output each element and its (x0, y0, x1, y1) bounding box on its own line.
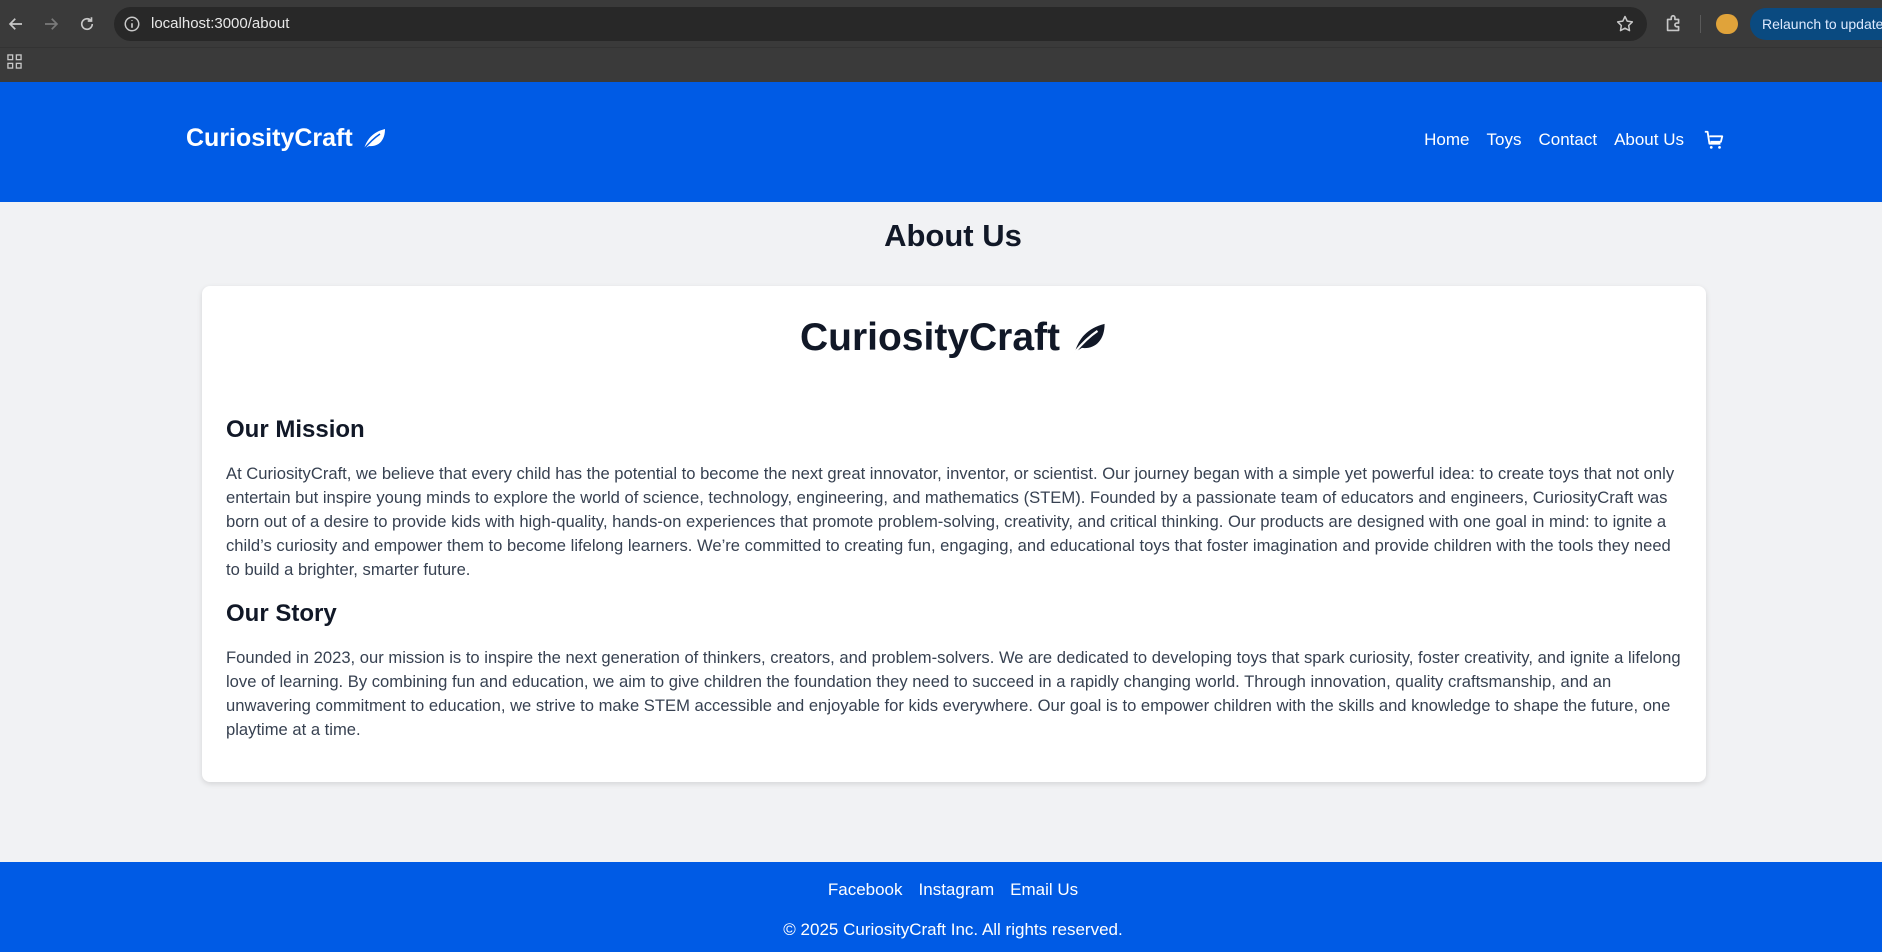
card-brand-name: CuriosityCraft (799, 316, 1061, 359)
site-footer: Facebook Instagram Email Us © 2025 Curio… (0, 862, 1882, 952)
card-brand: CuriosityCraft (202, 316, 1706, 360)
story-title: Our Story (226, 600, 337, 627)
footer-links: Facebook Instagram Email Us (0, 880, 1882, 900)
brand-name[interactable]: CuriosityCraft (186, 124, 353, 153)
main-nav: Home Toys Contact About Us (1407, 129, 1725, 151)
brand-logo[interactable]: CuriosityCraft (186, 124, 387, 153)
leaf-icon (1073, 323, 1105, 353)
back-icon[interactable] (4, 12, 28, 36)
reload-icon[interactable] (75, 12, 99, 36)
apps-icon[interactable] (7, 54, 22, 69)
relaunch-button[interactable]: Relaunch to update (1750, 8, 1882, 40)
info-icon[interactable] (123, 15, 141, 33)
extensions-icon[interactable] (1663, 13, 1685, 35)
toolbar-separator (1700, 15, 1701, 33)
profile-avatar[interactable] (1716, 14, 1738, 34)
nav-toys[interactable]: Toys (1487, 130, 1522, 150)
nav-home[interactable]: Home (1424, 130, 1469, 150)
footer-link-email[interactable]: Email Us (1010, 880, 1078, 900)
browser-toolbar: localhost:3000/about Relaunch to update (0, 0, 1882, 47)
footer-link-facebook[interactable]: Facebook (828, 880, 903, 900)
cart-icon[interactable] (1703, 129, 1725, 151)
forward-icon[interactable] (39, 12, 63, 36)
bookmarks-bar (0, 47, 1882, 82)
mission-title: Our Mission (226, 416, 365, 443)
site-header: CuriosityCraft Home Toys Contact About U… (0, 82, 1882, 202)
about-card: CuriosityCraft Our Mission At CuriosityC… (202, 286, 1706, 782)
leaf-icon (363, 128, 385, 150)
mission-text: At CuriosityCraft, we believe that every… (226, 464, 1675, 579)
nav-about-us[interactable]: About Us (1614, 130, 1684, 150)
story-text: Founded in 2023, our mission is to inspi… (226, 648, 1681, 739)
address-bar[interactable]: localhost:3000/about (114, 7, 1647, 41)
copyright-text: © 2025 CuriosityCraft Inc. All rights re… (783, 920, 1123, 939)
star-icon[interactable] (1615, 14, 1635, 34)
nav-contact[interactable]: Contact (1538, 130, 1597, 150)
footer-link-instagram[interactable]: Instagram (919, 880, 995, 900)
url-text[interactable]: localhost:3000/about (151, 7, 289, 41)
page-title: About Us (884, 218, 1022, 253)
